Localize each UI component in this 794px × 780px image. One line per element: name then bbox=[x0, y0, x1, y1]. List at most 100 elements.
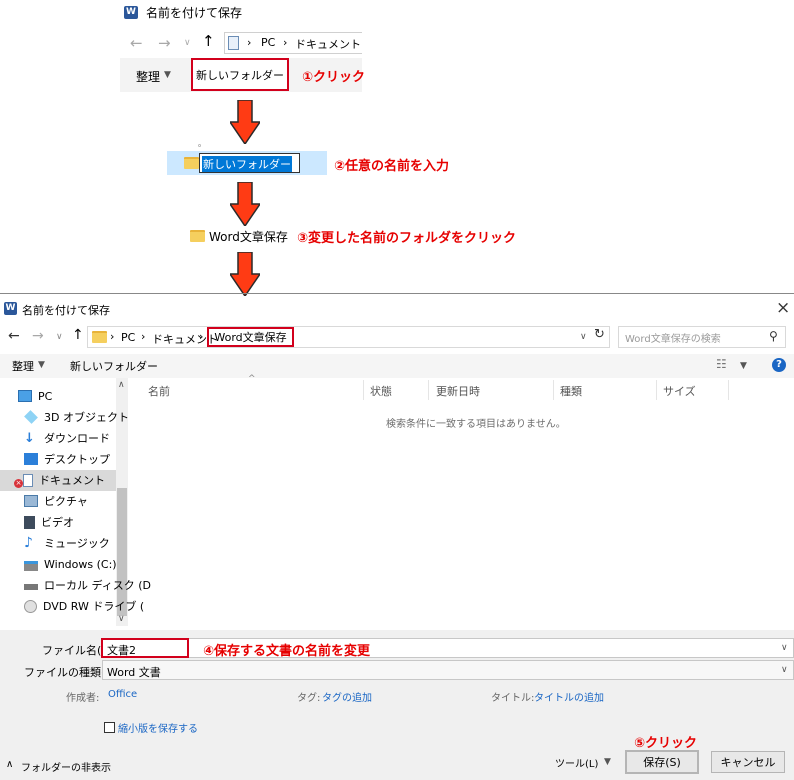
save-button-label: 保存(S) bbox=[643, 756, 681, 769]
desktop-icon bbox=[24, 453, 38, 465]
author-label: 作成者: bbox=[66, 693, 100, 704]
nav-item-desktop[interactable]: デスクトップ bbox=[24, 449, 110, 469]
search-placeholder: Word文章保存の検索 bbox=[625, 334, 721, 345]
nav-item-music[interactable]: ♪ ミュージック bbox=[24, 533, 110, 553]
step4-annotation: ④保存する文書の名前を変更 bbox=[203, 644, 371, 659]
column-divider bbox=[428, 380, 429, 400]
filetype-value: Word 文書 bbox=[107, 666, 161, 679]
nav-item-label: Windows (C:) bbox=[44, 557, 117, 571]
top-organize-menu[interactable]: 整理 bbox=[136, 68, 160, 85]
arrow-down-icon bbox=[230, 252, 260, 296]
thumbnail-label[interactable]: 縮小版を保存する bbox=[118, 720, 198, 735]
chevron-down-icon[interactable]: ∨ bbox=[781, 665, 788, 675]
folder-rename-value: 新しいフォルダー bbox=[202, 156, 292, 172]
column-divider bbox=[728, 380, 729, 400]
nav-item-label: デスクトップ bbox=[44, 453, 110, 466]
column-date-modified[interactable]: 更新日時 bbox=[436, 383, 480, 399]
nav-item-videos[interactable]: ビデオ bbox=[24, 512, 74, 532]
up-icon[interactable]: ↑ bbox=[72, 327, 84, 343]
column-name[interactable]: 名前 bbox=[148, 383, 170, 399]
collapse-icon[interactable]: ∧ bbox=[6, 759, 13, 770]
top-new-folder-button[interactable]: 新しいフォルダー bbox=[191, 58, 289, 91]
breadcrumb-current-folder[interactable]: Word文章保存 bbox=[207, 327, 294, 347]
top-breadcrumb-pc[interactable]: PC bbox=[261, 36, 275, 49]
nav-item-downloads[interactable]: ↓ ダウンロード bbox=[24, 428, 110, 448]
nav-item-documents[interactable]: × ドキュメント bbox=[14, 470, 105, 490]
close-icon[interactable]: × bbox=[776, 298, 790, 318]
chevron-down-icon[interactable]: ∨ bbox=[580, 332, 587, 342]
search-icon: ⚲ bbox=[769, 329, 778, 343]
dvd-icon bbox=[24, 599, 37, 613]
nav-item-drive-d[interactable]: ローカル ディスク (D bbox=[24, 575, 151, 595]
nav-item-label: ピクチャ bbox=[44, 495, 88, 508]
chevron-right-icon: › bbox=[199, 330, 204, 343]
arrow-down-icon bbox=[230, 182, 260, 226]
nav-item-drive-c[interactable]: Windows (C:) bbox=[24, 554, 117, 574]
chevron-down-icon[interactable]: ∨ bbox=[781, 643, 788, 653]
pc-location-icon bbox=[228, 36, 239, 50]
word-folder-item[interactable]: Word文章保存 bbox=[209, 228, 288, 245]
chevron-right-icon: › bbox=[141, 330, 146, 343]
author-value[interactable]: Office bbox=[108, 689, 137, 700]
tags-value[interactable]: タグの追加 bbox=[322, 689, 372, 704]
top-new-folder-label: 新しいフォルダー bbox=[196, 68, 284, 82]
save-button[interactable]: 保存(S) bbox=[625, 750, 699, 774]
error-badge-icon: × bbox=[14, 478, 23, 488]
hide-folders-button[interactable]: フォルダーの非表示 bbox=[21, 759, 111, 774]
column-size[interactable]: サイズ bbox=[663, 383, 696, 399]
forward-icon[interactable]: → bbox=[158, 34, 171, 52]
cube-icon bbox=[24, 410, 38, 424]
nav-item-pc[interactable]: PC bbox=[18, 386, 52, 406]
chevron-down-icon[interactable]: ▼ bbox=[740, 361, 747, 371]
nav-item-pictures[interactable]: ピクチャ bbox=[24, 491, 88, 511]
document-icon bbox=[23, 473, 33, 487]
empty-message: 検索条件に一致する項目はありません。 bbox=[386, 419, 566, 430]
title-value[interactable]: タイトルの追加 bbox=[534, 689, 604, 704]
nav-item-3d-objects[interactable]: 3D オブジェクト bbox=[24, 407, 129, 427]
view-options-icon[interactable]: ☷ bbox=[716, 357, 727, 371]
folder-rename-input[interactable]: 新しいフォルダー bbox=[199, 153, 300, 173]
refresh-icon[interactable]: ↻ bbox=[594, 327, 605, 342]
music-icon: ♪ bbox=[24, 535, 33, 551]
breadcrumb-current-label: Word文章保存 bbox=[214, 331, 287, 344]
arrow-down-icon bbox=[230, 100, 260, 144]
step2-annotation: ②任意の名前を入力 bbox=[334, 159, 450, 174]
nav-item-dvd[interactable]: DVD RW ドライブ ( bbox=[24, 596, 144, 616]
breadcrumb-pc[interactable]: PC bbox=[121, 331, 135, 344]
sort-indicator-icon: ^ bbox=[248, 374, 256, 384]
up-icon[interactable]: ↑ bbox=[202, 32, 215, 50]
filename-value-box[interactable]: 文書2 bbox=[101, 638, 189, 658]
forward-icon[interactable]: → bbox=[32, 328, 44, 344]
recent-dropdown-icon[interactable]: ∨ bbox=[56, 332, 63, 342]
back-icon[interactable]: ← bbox=[8, 328, 20, 344]
top-address-box[interactable]: › PC › ドキュメント bbox=[224, 32, 362, 54]
help-icon[interactable]: ? bbox=[772, 358, 786, 372]
folder-icon bbox=[190, 230, 205, 242]
back-icon[interactable]: ← bbox=[130, 34, 143, 52]
step1-annotation: ①クリック bbox=[302, 70, 366, 85]
search-input[interactable]: Word文章保存の検索 ⚲ bbox=[618, 326, 786, 348]
word-icon: W bbox=[124, 6, 138, 19]
thumbnail-checkbox[interactable] bbox=[104, 722, 115, 733]
nav-item-label: ダウンロード bbox=[44, 432, 110, 445]
column-divider bbox=[363, 380, 364, 400]
organize-menu[interactable]: 整理 bbox=[12, 358, 34, 374]
step3-annotation: ③変更した名前のフォルダをクリック bbox=[297, 231, 517, 246]
column-type[interactable]: 種類 bbox=[560, 383, 582, 399]
step5-annotation: ⑤クリック bbox=[634, 736, 698, 751]
cancel-button[interactable]: キャンセル bbox=[711, 751, 785, 773]
column-status[interactable]: 状態 bbox=[370, 383, 392, 399]
chevron-down-icon[interactable]: ▼ bbox=[604, 757, 611, 767]
scroll-up-icon[interactable]: ∧ bbox=[118, 380, 125, 390]
partial-folder-item: 。 bbox=[198, 139, 206, 148]
nav-item-label: PC bbox=[38, 389, 53, 403]
dialog-title: 名前を付けて保存 bbox=[22, 304, 110, 317]
tools-menu[interactable]: ツール(L) bbox=[555, 755, 598, 770]
top-breadcrumb-documents[interactable]: ドキュメント bbox=[295, 36, 361, 52]
new-folder-button[interactable]: 新しいフォルダー bbox=[70, 358, 158, 374]
filename-value: 文書2 bbox=[107, 644, 136, 657]
filetype-select[interactable]: Word 文書 ∨ bbox=[102, 660, 794, 680]
recent-dropdown-icon[interactable]: ∨ bbox=[184, 38, 191, 48]
picture-icon bbox=[24, 495, 38, 507]
nav-item-label: 3D オブジェクト bbox=[44, 411, 129, 424]
